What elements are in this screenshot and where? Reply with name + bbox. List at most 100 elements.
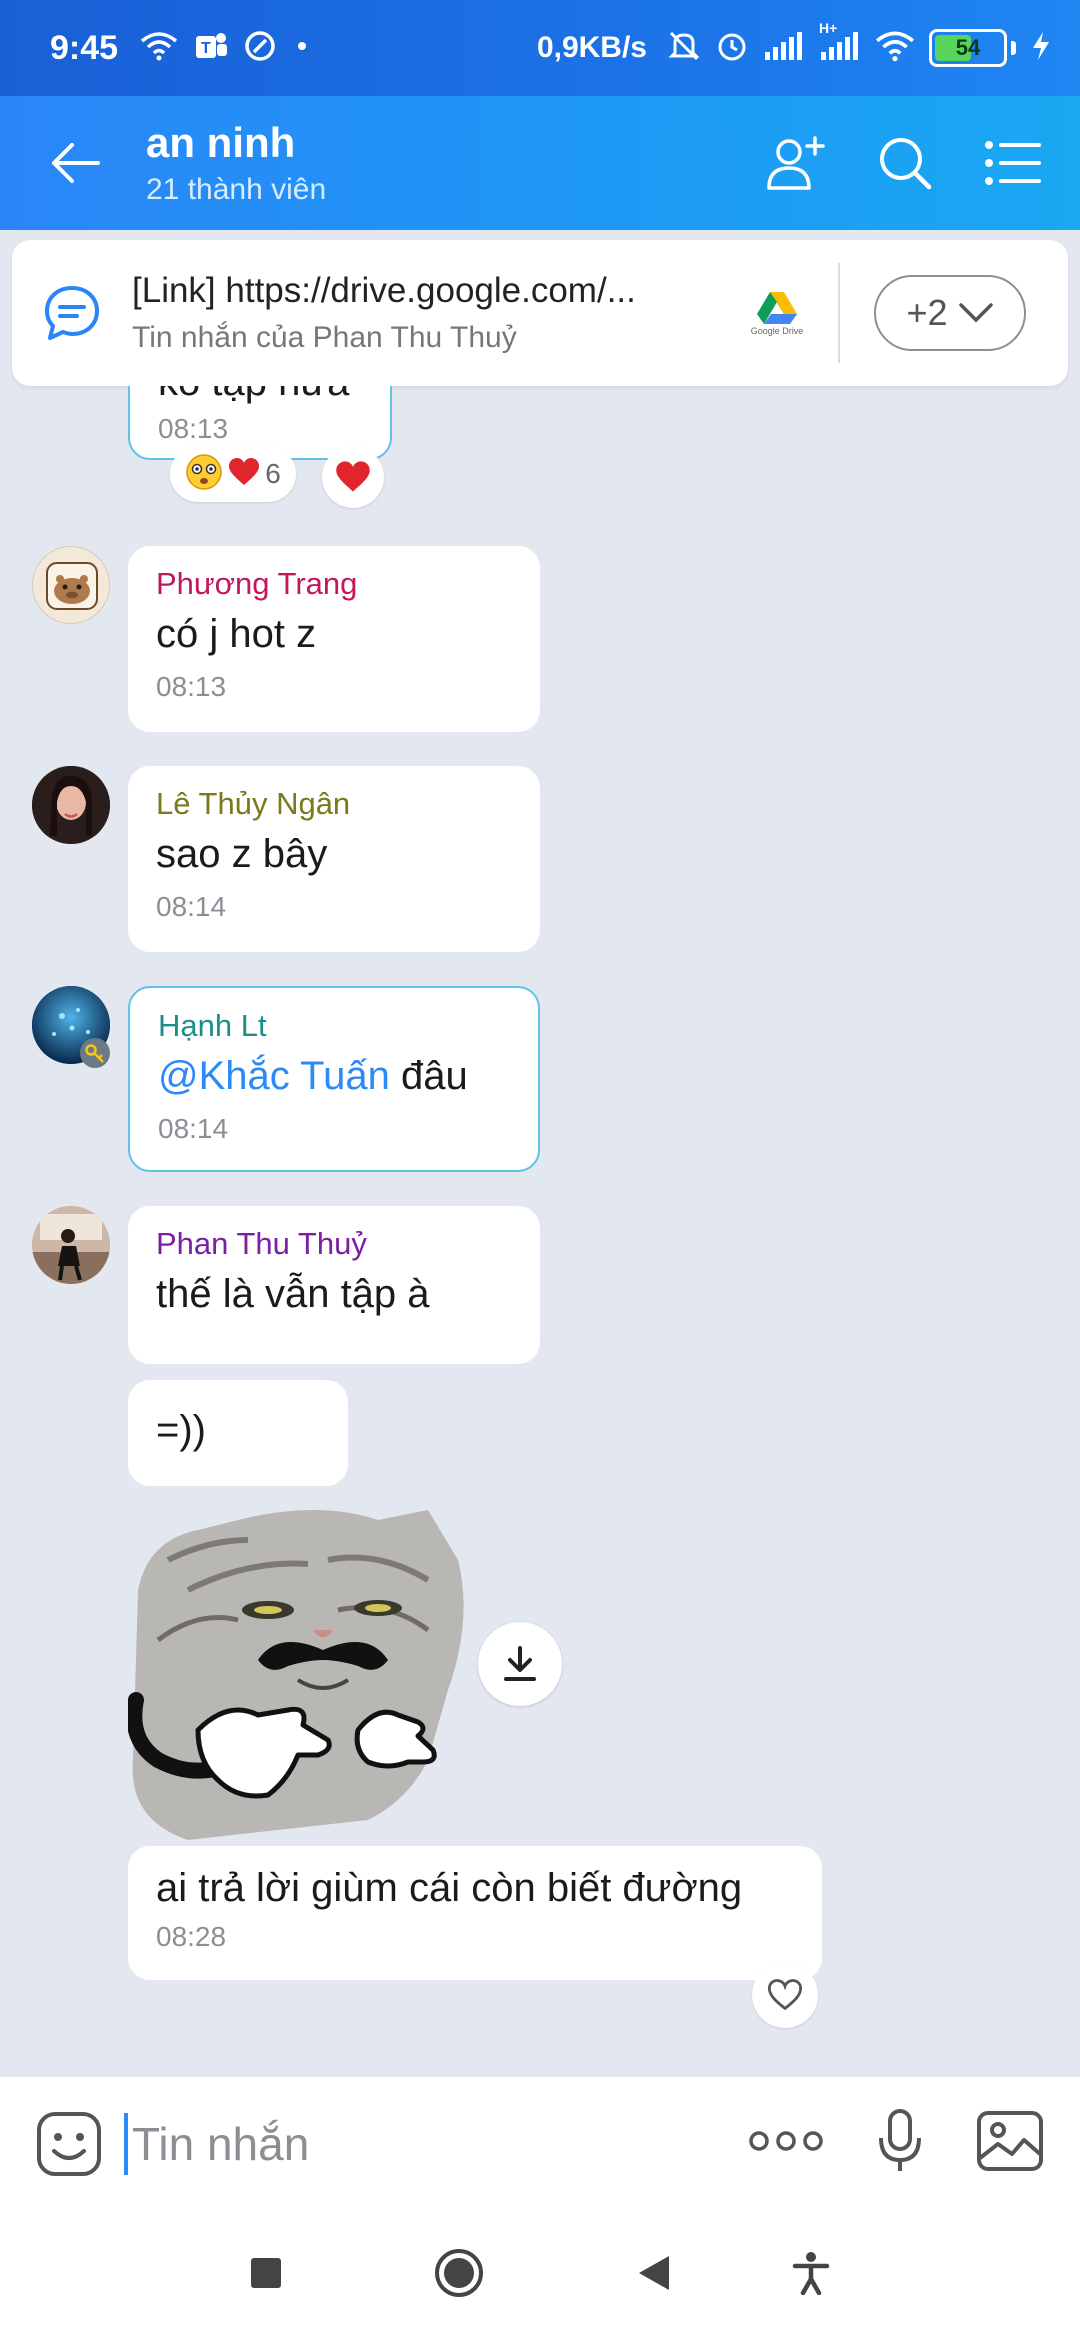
status-time: 9:45 [50,28,119,67]
teams-icon: T [194,30,228,67]
sticker-smile-icon [37,2111,101,2176]
member-count: 21 thành viên [146,173,327,206]
google-drive-label: Google Drive [750,326,804,336]
message-bubble[interactable]: =)) [128,1380,348,1486]
message-time: 08:13 [158,413,229,444]
heart-emoji-icon [336,461,370,492]
composer-bar: Tin nhắn [0,2076,1080,2210]
message-bubble[interactable]: Hạnh Lt @Khắc Tuấn đâu 08:14 [128,986,540,1172]
sender-name[interactable]: Phương Trang [156,566,512,602]
message-bubble[interactable]: ai trả lời giùm cái còn biết đường 08:28 [128,1846,822,1980]
alarm-icon [715,29,749,68]
message-bubble[interactable]: Phương Trang có j hot z 08:13 [128,546,540,732]
arrow-left-icon [52,143,100,183]
dot-icon [292,36,312,61]
home-button[interactable] [433,2247,485,2304]
message-text: có j hot z [156,612,317,656]
search-button[interactable] [870,128,940,198]
message-time: 08:14 [158,1113,229,1144]
back-button[interactable] [20,96,130,230]
search-icon [880,138,932,190]
react-button[interactable] [752,1962,818,2028]
reaction-count: 6 [265,458,281,489]
wifi-icon [875,30,915,67]
avatar[interactable] [32,766,110,844]
avatar[interactable] [32,546,110,624]
divider [838,263,840,363]
pinned-message-bar[interactable]: [Link] https://drive.google.com/... Tin … [12,240,1068,386]
mustache-cat-sticker-icon [126,1510,464,1840]
add-member-button[interactable] [762,128,832,198]
list-menu-icon [985,141,1041,185]
voice-record-button[interactable] [876,2108,924,2179]
svg-text:T: T [201,40,211,57]
emoji-button[interactable] [34,2109,104,2179]
avatar[interactable] [32,1206,110,1284]
battery-level: 54 [955,35,981,60]
message-text-rest: đâu [389,1054,468,1098]
send-image-button[interactable] [976,2110,1044,2177]
accessibility-icon [792,2251,830,2295]
add-user-icon [767,136,825,190]
message-bubble-icon [12,282,132,344]
sender-name[interactable]: Hạnh Lt [158,1008,510,1044]
message-time: 08:28 [156,1921,227,1952]
microphone-icon [879,2109,921,2171]
network-type-label: H+ [819,19,838,36]
message-bubble[interactable]: Lê Thủy Ngân sao z bây 08:14 [128,766,540,952]
message-bubble[interactable]: Phan Thu Thuỷ thế là vẫn tập à [128,1206,540,1364]
capybara-avatar-icon [46,562,98,610]
sync-icon [244,30,276,67]
mention-link[interactable]: @Khắc Tuấn [158,1054,390,1098]
heart-outline-icon [767,1979,803,2011]
download-icon [504,1646,536,1681]
status-bar: 9:45 T 0,9KB/s H+ 54 [0,0,1080,96]
signal-hplus-icon: H+ [819,20,861,67]
wifi-icon [140,31,178,66]
accessibility-button[interactable] [791,2251,831,2300]
mute-icon [667,29,701,68]
signal-icon [763,30,805,67]
battery-icon: 54 [929,29,1007,67]
message-text: thế là vẫn tập à [156,1272,430,1316]
reaction-summary[interactable]: 6 [170,446,296,502]
message-text: ai trả lời giùm cái còn biết đường [156,1866,743,1910]
message-text: sao z bây [156,832,328,876]
battery-tip [1011,41,1016,55]
system-nav-bar [0,2210,1080,2340]
recents-button[interactable] [249,2256,283,2295]
message-time: 08:14 [156,891,227,922]
more-pinned-button[interactable]: +2 [874,275,1026,351]
sender-name[interactable]: Phan Thu Thuỷ [156,1226,512,1262]
triangle-back-icon [639,2255,669,2290]
circle-home-icon [435,2248,483,2297]
cat-sticker[interactable] [126,1500,468,1840]
message-input[interactable]: Tin nhắn [124,2112,309,2175]
more-options-button[interactable] [748,2129,824,2158]
system-back-button[interactable] [635,2253,671,2298]
user-photo-icon [32,1206,110,1284]
pinned-title: [Link] https://drive.google.com/... [132,271,636,310]
message-text: =)) [156,1408,206,1452]
more-dots-icon [749,2131,823,2151]
google-drive-icon: Google Drive [732,290,822,336]
message-time: 08:13 [156,671,227,702]
menu-button[interactable] [978,128,1048,198]
user-photo-icon [32,766,110,844]
pinned-subtitle: Tin nhắn của Phan Thu Thuỷ [132,321,517,354]
image-icon [977,2111,1043,2171]
key-badge-icon [80,1038,110,1068]
square-icon [251,2257,281,2288]
heart-emoji-icon [227,457,261,492]
charging-icon [1030,30,1052,67]
message-text: @Khắc Tuấn đâu [158,1054,510,1099]
react-heart-button[interactable] [322,446,384,508]
pinned-count: +2 [906,292,948,333]
net-speed: 0,9KB/s [536,31,647,64]
download-sticker-button[interactable] [478,1622,562,1706]
chat-header: an ninh 21 thành viên [0,96,1080,230]
chevron-down-icon [958,303,993,323]
sender-name[interactable]: Lê Thủy Ngân [156,786,512,822]
flushed-emoji-icon [185,453,223,496]
group-name[interactable]: an ninh [146,119,326,167]
